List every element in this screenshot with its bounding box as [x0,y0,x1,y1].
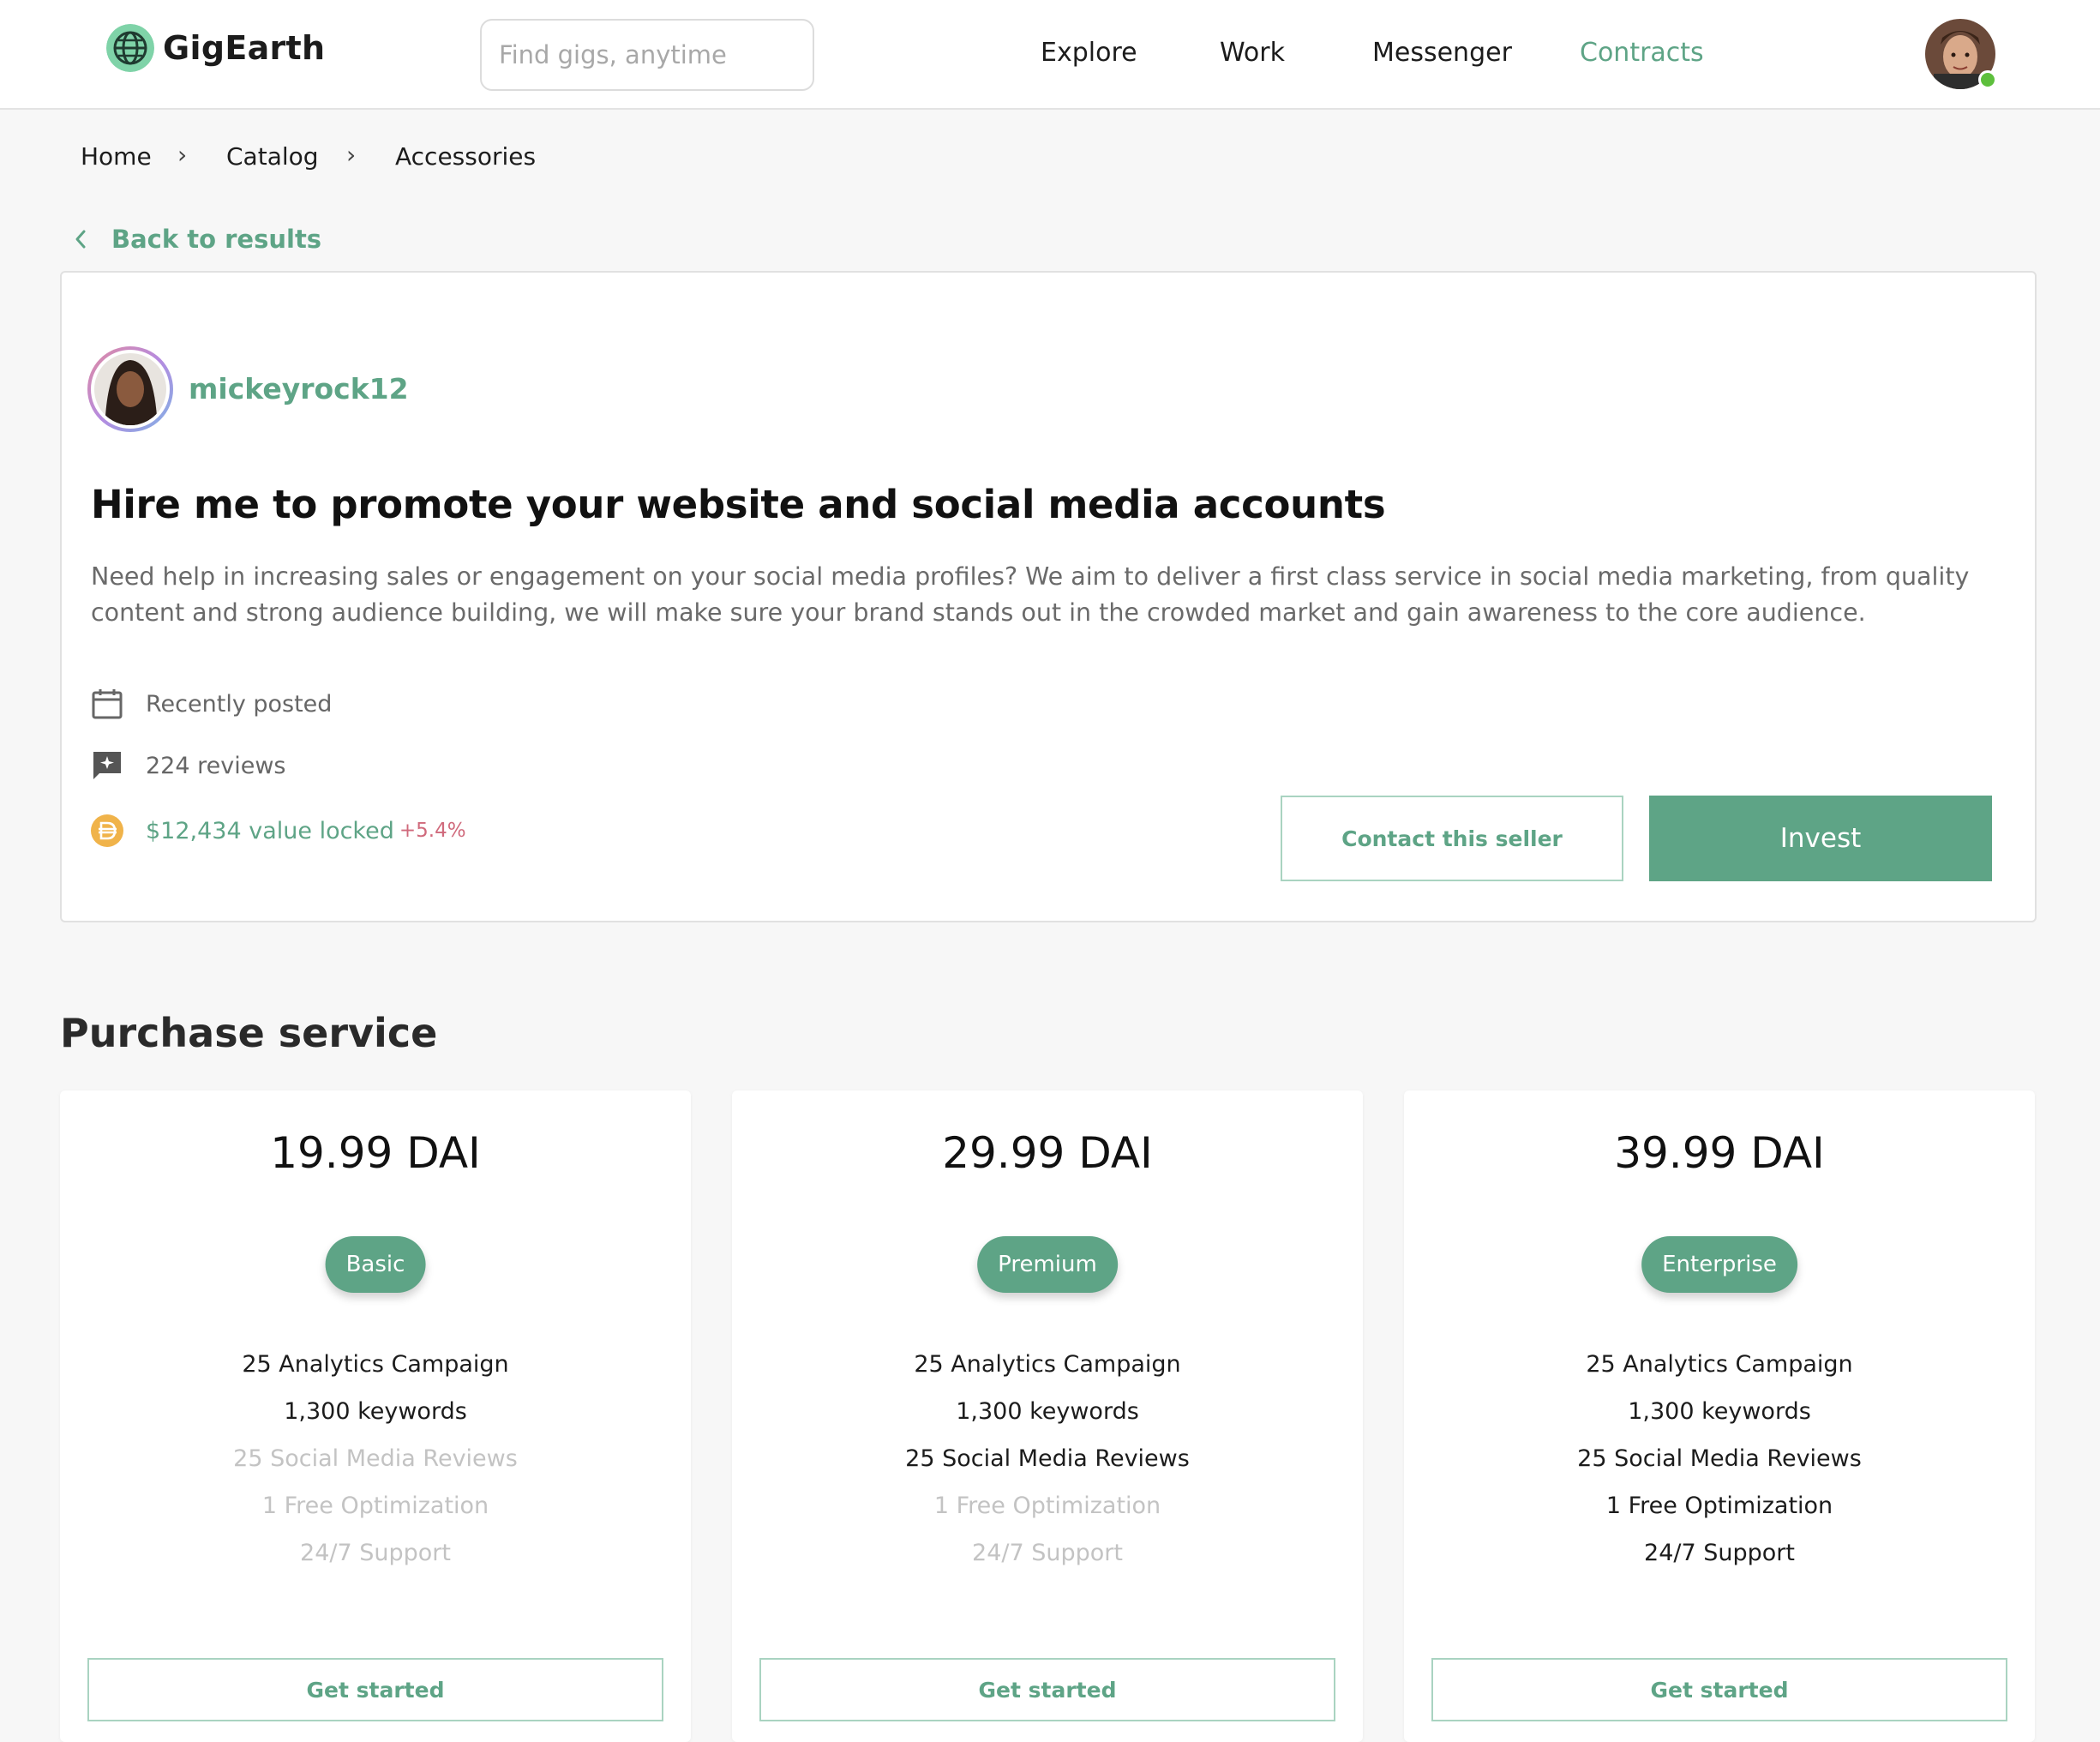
plan-price: 29.99 DAI [942,1128,1153,1178]
value-change-badge: +5.4% [399,820,466,842]
plan-feature: 25 Analytics Campaign [242,1351,509,1378]
purchase-section-title: Purchase service [60,1010,438,1056]
nav-messenger[interactable]: Messenger [1372,38,1512,68]
nav-contracts[interactable]: Contracts [1580,38,1704,68]
plan-price: 19.99 DAI [270,1128,481,1178]
posted-meta: Recently posted [91,688,332,720]
plan-feature: 25 Social Media Reviews [1577,1445,1862,1472]
app-logo[interactable]: GigEarth [106,24,325,72]
plan-feature: 1,300 keywords [284,1398,467,1425]
plan-card-enterprise: 39.99 DAI Enterprise 25 Analytics Campai… [1404,1090,2035,1742]
get-started-button[interactable]: Get started [759,1658,1335,1721]
breadcrumb-accessories: Accessories [395,142,537,171]
globe-logo-icon [106,24,154,72]
get-started-button[interactable]: Get started [87,1658,663,1721]
plan-feature-list: 25 Analytics Campaign 1,300 keywords 25 … [60,1341,691,1577]
calendar-icon [92,689,123,719]
breadcrumb-home[interactable]: Home [81,142,152,171]
plan-tier-badge: Premium [977,1236,1118,1293]
back-to-results-label: Back to results [111,225,322,254]
nav-explore[interactable]: Explore [1041,38,1137,68]
breadcrumb-catalog[interactable]: Catalog [226,142,319,171]
seller-username[interactable]: mickeyrock12 [189,372,409,405]
back-to-results-link[interactable]: Back to results [74,225,321,254]
plan-feature: 25 Analytics Campaign [914,1351,1181,1378]
plan-feature: 1,300 keywords [956,1398,1139,1425]
top-navigation-bar: GigEarth Explore Work Messenger Contract… [0,0,2100,110]
plan-feature: 1,300 keywords [1628,1398,1811,1425]
invest-button[interactable]: Invest [1649,796,1992,881]
get-started-button[interactable]: Get started [1431,1658,2007,1721]
plan-feature: 24/7 Support [1644,1540,1795,1566]
plan-feature-unavailable: 24/7 Support [972,1540,1123,1566]
plan-feature: 25 Social Media Reviews [905,1445,1190,1472]
seller-avatar[interactable] [86,345,175,434]
plan-price: 39.99 DAI [1614,1128,1825,1178]
chevron-left-icon [75,230,86,249]
plan-tier-badge: Basic [325,1236,426,1293]
plan-feature-list: 25 Analytics Campaign 1,300 keywords 25 … [732,1341,1363,1577]
seller-avatar-image [87,346,173,432]
plan-feature-unavailable: 1 Free Optimization [933,1493,1161,1519]
dai-coin-icon [91,814,123,847]
user-avatar[interactable] [1925,19,1997,89]
plan-card-basic: 19.99 DAI Basic 25 Analytics Campaign 1,… [60,1090,691,1742]
gig-detail-card: mickeyrock12 Hire me to promote your web… [60,271,2037,922]
plan-feature-list: 25 Analytics Campaign 1,300 keywords 25 … [1404,1341,2035,1577]
breadcrumb-separator: › [177,141,188,169]
contact-seller-button[interactable]: Contact this seller [1281,796,1623,881]
plan-feature-unavailable: 1 Free Optimization [261,1493,489,1519]
gig-title: Hire me to promote your website and soci… [91,482,1386,527]
plan-tier-badge: Enterprise [1641,1236,1797,1293]
reviews-count: 224 reviews [146,752,286,779]
breadcrumb-separator: › [346,141,357,169]
nav-work[interactable]: Work [1220,38,1285,68]
posted-text: Recently posted [146,690,333,718]
reviews-meta[interactable]: 224 reviews [91,749,285,782]
gig-description: Need help in increasing sales or engagem… [91,562,1970,627]
value-locked-meta: $12,434 value locked +5.4% [91,814,466,847]
plan-feature: 1 Free Optimization [1605,1493,1833,1519]
online-status-indicator [1978,70,1997,89]
chat-star-icon [93,752,121,779]
plan-feature-unavailable: 24/7 Support [300,1540,451,1566]
plan-card-premium: 29.99 DAI Premium 25 Analytics Campaign … [732,1090,1363,1742]
plan-feature: 25 Analytics Campaign [1586,1351,1853,1378]
plan-feature-unavailable: 25 Social Media Reviews [233,1445,518,1472]
value-locked-amount: $12,434 value locked [146,817,394,844]
app-name: GigEarth [163,29,326,67]
search-input[interactable] [480,19,814,91]
